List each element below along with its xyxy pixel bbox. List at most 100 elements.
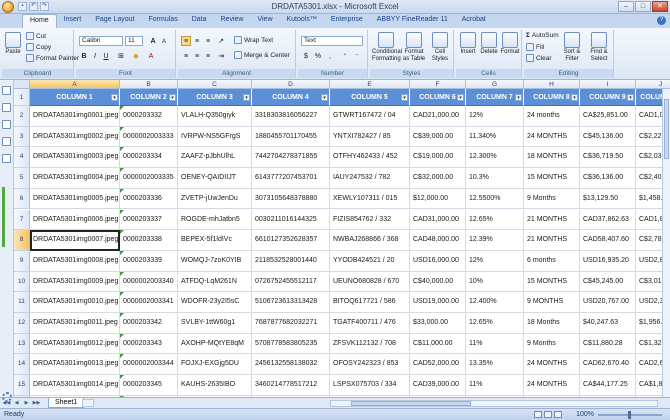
horizontal-scroll-thumb[interactable] xyxy=(351,401,471,406)
align-right-icon[interactable]: ≡ xyxy=(203,51,213,61)
table-cell[interactable]: DRDATA5301img0010.jpeg xyxy=(30,292,120,313)
table-cell[interactable]: DRDATA5301img0002.jpeg xyxy=(30,126,120,148)
table-cell[interactable]: 3460214778517212 xyxy=(252,375,330,396)
page-break-view-icon[interactable] xyxy=(554,411,562,418)
table-cell[interactable]: 18 MONTHS xyxy=(524,147,580,169)
table-header-cell[interactable]: COLUMN 9 ▾ xyxy=(580,89,636,106)
table-cell[interactable]: CA$44,177.25 xyxy=(580,375,636,396)
font-color-icon[interactable]: A xyxy=(146,51,156,61)
grow-font-button[interactable]: A xyxy=(148,36,158,46)
align-top-icon[interactable]: ≡ xyxy=(181,36,191,46)
table-cell[interactable]: CAD58,407.60 xyxy=(580,230,636,251)
table-cell[interactable]: 0000203334 xyxy=(120,147,178,169)
table-cell[interactable]: CA$25,851.00 xyxy=(580,106,636,127)
filter-dropdown-icon[interactable]: ▾ xyxy=(457,94,464,101)
insert-cells-button[interactable]: Insert xyxy=(458,32,478,56)
row-header[interactable]: 1 xyxy=(14,89,30,106)
table-cell[interactable]: C$36,719.50 xyxy=(580,147,636,169)
align-left-icon[interactable]: ≡ xyxy=(181,51,191,61)
cut-button[interactable]: Cut xyxy=(26,32,46,40)
table-cell[interactable]: BITOQ617721 / 586 xyxy=(330,292,410,313)
table-cell[interactable]: C$11,000.00 xyxy=(410,333,466,355)
table-cell[interactable]: 1880455701170455 xyxy=(252,126,330,148)
autosum-button[interactable]: Σ AutoSum xyxy=(526,32,559,39)
table-cell[interactable]: 21 MONTHS xyxy=(524,209,580,231)
table-cell[interactable]: 13.35% xyxy=(466,354,524,376)
wrap-text-button[interactable]: Wrap Text xyxy=(234,36,273,44)
table-cell[interactable]: CAD31,000.00 xyxy=(410,209,466,231)
shrink-font-button[interactable]: A xyxy=(159,36,169,46)
table-cell[interactable]: 0000002003340 xyxy=(120,271,178,293)
table-cell[interactable]: USD16,935.20 xyxy=(580,250,636,272)
row-header[interactable]: 10 xyxy=(14,271,30,293)
tab-insert[interactable]: Insert xyxy=(57,14,89,28)
increase-decimal-icon[interactable]: ⁺ xyxy=(340,51,350,61)
tab-kutools[interactable]: Kutools™ xyxy=(280,14,324,28)
column-header[interactable]: J xyxy=(636,80,670,89)
table-cell[interactable]: CAD37,862.63 xyxy=(580,209,636,231)
table-cell[interactable]: 6610127352628357 xyxy=(252,230,330,251)
table-cell[interactable]: 12% xyxy=(466,250,524,272)
table-cell[interactable]: CAD48,000.00 xyxy=(410,230,466,251)
table-cell[interactable]: WOMQJ-7zoK0YIB xyxy=(178,250,252,272)
tab-acrobat[interactable]: Acrobat xyxy=(455,14,493,28)
tab-data[interactable]: Data xyxy=(185,14,214,28)
column-header[interactable]: A xyxy=(30,80,120,89)
table-cell[interactable]: 0000002003344 xyxy=(120,354,178,376)
table-cell[interactable]: C$19,000.00 xyxy=(410,147,466,169)
column-header[interactable]: B xyxy=(120,80,178,89)
table-cell[interactable]: DRDATA5301img0009.jpeg xyxy=(30,271,120,293)
filter-dropdown-icon[interactable]: ▾ xyxy=(111,94,118,101)
table-cell[interactable]: DRDATA5301img0006.jpeg xyxy=(30,209,120,231)
column-header[interactable]: I xyxy=(580,80,636,89)
panel-icon-3[interactable] xyxy=(2,120,11,129)
column-header[interactable]: G xyxy=(466,80,524,89)
table-cell[interactable]: OTFHY462433 / 452 xyxy=(330,147,410,169)
number-format-select[interactable]: Text xyxy=(301,36,363,46)
vertical-scroll-thumb[interactable] xyxy=(664,99,669,159)
minimize-button[interactable]: – xyxy=(618,1,634,12)
next-sheet-icon[interactable]: ▶ xyxy=(22,399,31,407)
table-cell[interactable]: 3073105648378880 xyxy=(252,188,330,210)
table-cell[interactable]: 0000002003333 xyxy=(120,126,178,148)
table-cell[interactable]: 24 MONTHS xyxy=(524,375,580,396)
table-cell[interactable]: C$36,136.00 xyxy=(580,168,636,189)
table-cell[interactable]: 6 months xyxy=(524,250,580,272)
table-cell[interactable]: CAD62,670.40 xyxy=(580,354,636,376)
close-button[interactable]: ✕ xyxy=(652,1,668,12)
table-cell[interactable]: 12.65% xyxy=(466,209,524,231)
table-cell[interactable]: OFOSY242323 / 853 xyxy=(330,354,410,376)
table-cell[interactable]: NWBAJ268866 / 368 xyxy=(330,230,410,251)
table-cell[interactable]: SVLBY-1ttW60g1 xyxy=(178,313,252,334)
zoom-slider-thumb[interactable] xyxy=(628,411,631,419)
table-cell[interactable]: 12.5500% xyxy=(466,188,524,210)
table-cell[interactable]: ZFSVK112132 / 708 xyxy=(330,333,410,355)
maximize-button[interactable]: □ xyxy=(635,1,651,12)
table-cell[interactable]: 0000203338 xyxy=(120,230,178,251)
table-cell[interactable]: 11% xyxy=(466,333,524,355)
table-cell[interactable]: 9 Months xyxy=(524,188,580,210)
table-header-cell[interactable]: COLUMN 3 ▾ xyxy=(178,89,252,106)
table-cell[interactable]: ATFDQ-LqM261N xyxy=(178,271,252,293)
sort-filter-button[interactable]: Sort & Filter xyxy=(560,32,584,63)
panel-icon-4[interactable] xyxy=(2,137,11,146)
underline-button[interactable]: U xyxy=(101,51,111,61)
row-header[interactable]: 7 xyxy=(14,209,30,231)
orientation-icon[interactable]: ↗ xyxy=(216,36,226,46)
table-cell[interactable]: 15 MONTHS xyxy=(524,271,580,293)
table-cell[interactable]: DRDATA5301img0013.jpeg xyxy=(30,354,120,376)
row-header[interactable]: 12 xyxy=(14,313,30,334)
table-header-cell[interactable]: COLUMN 5 ▾ xyxy=(330,89,410,106)
table-cell[interactable]: TGATF400711 / 476 xyxy=(330,313,410,334)
table-cell[interactable]: USD16,000.00 xyxy=(410,250,466,272)
table-cell[interactable]: USD20,767.00 xyxy=(580,292,636,313)
table-header-cell[interactable]: COLUMN 4 ▾ xyxy=(252,89,330,106)
row-header[interactable]: 3 xyxy=(14,126,30,148)
table-cell[interactable]: 7442704278371855 xyxy=(252,147,330,169)
table-cell[interactable]: WDOFR-23y2I5sC xyxy=(178,292,252,313)
table-cell[interactable]: DRDATA5301img0014.jpeg xyxy=(30,375,120,396)
table-cell[interactable]: C$32,000.00 xyxy=(410,168,466,189)
table-cell[interactable]: 2456132558138032 xyxy=(252,354,330,376)
row-header[interactable]: 13 xyxy=(14,333,30,355)
row-header[interactable]: 4 xyxy=(14,147,30,169)
